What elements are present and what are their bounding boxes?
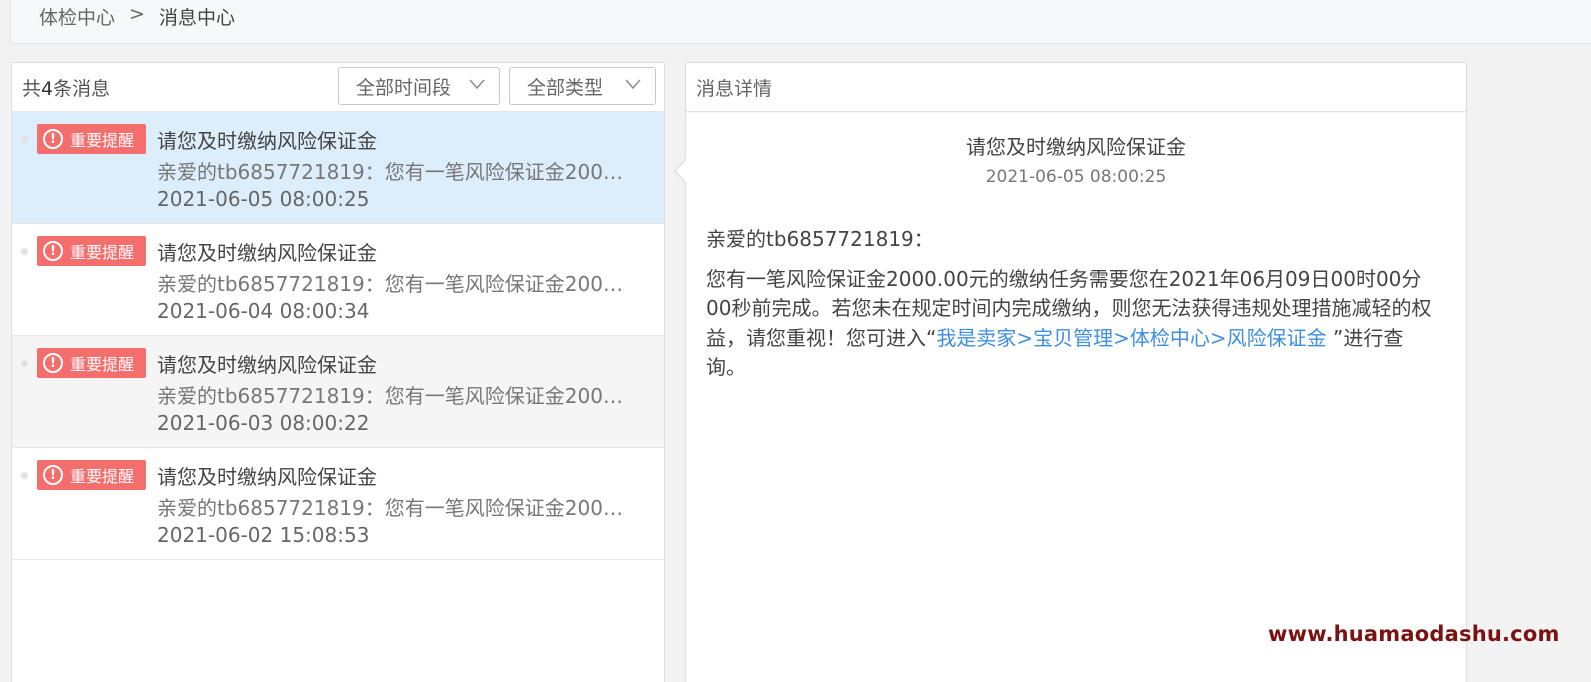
exclamation-icon: ! <box>43 241 63 261</box>
message-title: 请您及时缴纳风险保证金 <box>157 129 377 153</box>
chevron-down-icon <box>625 79 641 90</box>
important-badge: ! 重要提醒 <box>37 124 146 154</box>
exclamation-icon: ! <box>43 353 63 373</box>
exclamation-icon: ! <box>43 465 63 485</box>
watermark: www.huamaodashu.com <box>1268 622 1560 646</box>
message-list-item[interactable]: ! 重要提醒 请您及时缴纳风险保证金 亲爱的tb6857721819：您有一笔风险… <box>12 224 664 336</box>
breadcrumb-current: 消息中心 <box>158 7 235 29</box>
message-preview: 亲爱的tb6857721819：您有一笔风险保证金2000.00元的缴纳任务需要… <box>157 272 635 296</box>
unread-dot <box>21 136 28 143</box>
message-title: 请您及时缴纳风险保证金 <box>157 465 377 489</box>
breadcrumb-separator: > <box>129 3 145 25</box>
important-badge: ! 重要提醒 <box>37 460 146 490</box>
message-time: 2021-06-02 15:08:53 <box>157 523 370 547</box>
message-list-item[interactable]: ! 重要提醒 请您及时缴纳风险保证金 亲爱的tb6857721819：您有一笔风险… <box>12 336 664 448</box>
detail-time: 2021-06-05 08:00:25 <box>985 167 1167 187</box>
detail-content: 您有一笔风险保证金2000.00元的缴纳任务需要您在2021年06月09日00时… <box>706 266 1432 380</box>
message-list-item[interactable]: ! 重要提醒 请您及时缴纳风险保证金 亲爱的tb6857721819：您有一笔风险… <box>12 448 664 560</box>
unread-dot <box>21 472 28 479</box>
selection-pointer-inner <box>676 159 687 183</box>
time-range-filter[interactable]: 全部时间段 <box>338 67 500 105</box>
message-type-filter[interactable]: 全部类型 <box>509 67 656 105</box>
chevron-down-icon <box>469 79 485 90</box>
message-preview: 亲爱的tb6857721819：您有一笔风险保证金2000.00元的缴纳任务需要… <box>157 496 635 520</box>
message-time: 2021-06-03 08:00:22 <box>157 411 370 435</box>
message-title: 请您及时缴纳风险保证金 <box>157 353 377 377</box>
unread-dot <box>21 360 28 367</box>
detail-greeting: 亲爱的tb6857721819： <box>706 227 934 251</box>
detail-body: 亲爱的tb6857721819： 您有一笔风险保证金2000.00元的缴纳任务需… <box>706 225 1441 393</box>
message-time: 2021-06-05 08:00:25 <box>157 187 370 211</box>
message-type-filter-label: 全部类型 <box>527 76 604 99</box>
message-count: 共4条消息 <box>22 77 111 100</box>
message-preview: 亲爱的tb6857721819：您有一笔风险保证金2000.00元的缴纳任务需要… <box>157 160 635 184</box>
message-list-header: 共4条消息 全部时间段 全部类型 <box>12 63 664 112</box>
message-detail-panel: 消息详情 请您及时缴纳风险保证金 2021-06-05 08:00:25 亲爱的… <box>685 62 1467 682</box>
important-badge: ! 重要提醒 <box>37 348 146 378</box>
deposit-page-link[interactable]: 我是卖家>宝贝管理>体检中心>风险保证金 <box>936 326 1326 350</box>
time-range-filter-label: 全部时间段 <box>356 76 452 99</box>
message-preview: 亲爱的tb6857721819：您有一笔风险保证金2000.00元的缴纳任务需要… <box>157 384 635 408</box>
unread-dot <box>21 248 28 255</box>
message-list-item[interactable]: ! 重要提醒 请您及时缴纳风险保证金 亲爱的tb6857721819：您有一笔风险… <box>12 112 664 224</box>
breadcrumb: 体检中心 > 消息中心 <box>10 0 1591 44</box>
detail-title: 请您及时缴纳风险保证金 <box>966 135 1186 159</box>
important-badge: ! 重要提醒 <box>37 236 146 266</box>
message-title: 请您及时缴纳风险保证金 <box>157 241 377 265</box>
message-time: 2021-06-04 08:00:34 <box>157 299 370 323</box>
message-list-panel: 共4条消息 全部时间段 全部类型 ! 重要提醒 请您及时缴纳风险保证金 亲爱的tb… <box>11 62 665 682</box>
detail-header: 消息详情 <box>686 63 1466 112</box>
exclamation-icon: ! <box>43 129 63 149</box>
breadcrumb-parent-link[interactable]: 体检中心 <box>39 3 115 30</box>
